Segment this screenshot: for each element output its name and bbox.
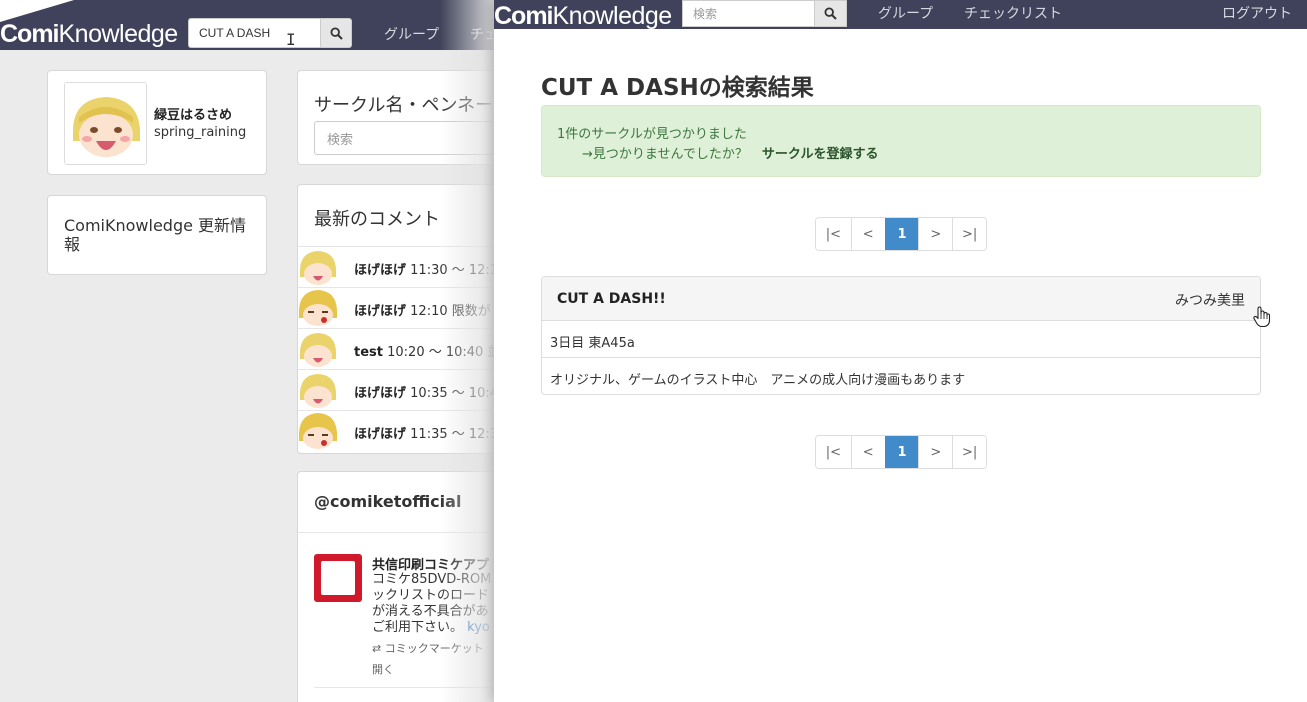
- back-search-input[interactable]: CUT A DASH: [188, 18, 320, 48]
- back-search-button[interactable]: [320, 18, 352, 48]
- pagination-first[interactable]: |<: [816, 436, 851, 468]
- pagination-first[interactable]: |<: [816, 218, 851, 250]
- logo-comi: Comi: [494, 2, 553, 30]
- pagination-last[interactable]: >|: [952, 436, 986, 468]
- alert-not-found-prompt: →見つかりませんでしたか？: [582, 147, 748, 162]
- comment-avatar: [298, 370, 338, 410]
- comment-avatar: [298, 329, 338, 369]
- profile-id: spring_raining: [154, 125, 247, 140]
- back-logo[interactable]: ComiKnowledge: [0, 20, 178, 49]
- alert-found-text: 1件のサークルが見つかりました: [557, 127, 747, 142]
- pagination-top: |< < 1 > >|: [815, 217, 987, 251]
- pagination-bottom: |< < 1 > >|: [815, 435, 987, 469]
- retweet-icon: ⇄: [372, 642, 382, 655]
- circle-name[interactable]: CUT A DASH!!: [557, 291, 666, 307]
- page-overlap-shadow: [440, 0, 495, 702]
- result-header[interactable]: CUT A DASH!! みつみ美里: [542, 277, 1260, 321]
- logo[interactable]: ComiKnowledge: [494, 2, 672, 31]
- register-circle-link[interactable]: サークルを登録する: [762, 147, 879, 162]
- pagination-current[interactable]: 1: [884, 436, 919, 468]
- nav-logout[interactable]: ログアウト: [1222, 3, 1292, 23]
- avatar[interactable]: [64, 82, 147, 165]
- back-nav-group[interactable]: グループ: [384, 24, 439, 44]
- tweet-open-link[interactable]: 開く: [372, 661, 394, 677]
- logo-knowledge: Knowledge: [58, 20, 179, 48]
- search-icon: [824, 7, 837, 20]
- updates-panel: ComiKnowledge 更新情報: [47, 195, 267, 275]
- tweet-author-avatar[interactable]: [314, 554, 362, 602]
- profile-name: 緑豆はるさめ: [154, 108, 233, 123]
- circle-result-card: CUT A DASH!! みつみ美里 3日目 東A45a オリジナル、ゲームのイ…: [541, 276, 1261, 395]
- pagination-last[interactable]: >|: [952, 218, 986, 250]
- circle-location: 3日目 東A45a: [542, 321, 1260, 358]
- search-result-alert: 1件のサークルが見つかりました →見つかりませんでしたか？ サークルを登録する: [541, 105, 1261, 177]
- profile-panel: 緑豆はるさめ spring_raining: [47, 70, 267, 175]
- comments-title: 最新のコメント: [314, 209, 440, 230]
- updates-title[interactable]: ComiKnowledge 更新情報: [64, 216, 254, 254]
- comment-avatar: [298, 247, 338, 287]
- page-title: CUT A DASHの検索結果: [541, 75, 814, 101]
- tweet-avatar-inner: [321, 561, 355, 595]
- pagination-prev[interactable]: <: [850, 436, 885, 468]
- comment-avatar: [298, 411, 338, 451]
- circle-author: みつみ美里: [1175, 293, 1245, 309]
- hand-cursor-icon: [1253, 306, 1271, 328]
- search-button[interactable]: [814, 0, 847, 27]
- alert-not-found-line: →見つかりませんでしたか？ サークルを登録する: [582, 143, 878, 162]
- search-icon: [329, 26, 343, 40]
- nav-checklist[interactable]: チェックリスト: [964, 3, 1062, 23]
- navbar: ComiKnowledge 検索 グループ チェックリスト ログアウト: [494, 0, 1307, 31]
- pagination-next[interactable]: >: [918, 218, 953, 250]
- logo-comi: Comi: [0, 20, 59, 48]
- text-cursor-icon: I: [286, 30, 296, 49]
- circle-description: オリジナル、ゲームのイラスト中心 アニメの成人向け漫画もあります: [550, 373, 966, 388]
- search-input[interactable]: 検索: [682, 0, 814, 27]
- logo-knowledge: Knowledge: [552, 2, 673, 30]
- foreground-page: ComiKnowledge 検索 グループ チェックリスト ログアウト CUT …: [494, 0, 1307, 702]
- nav-group[interactable]: グループ: [878, 3, 933, 23]
- pagination-current[interactable]: 1: [884, 218, 919, 250]
- comment-avatar: [298, 288, 338, 328]
- pagination-next[interactable]: >: [918, 436, 953, 468]
- pagination-prev[interactable]: <: [850, 218, 885, 250]
- navbar-corner: [0, 0, 74, 22]
